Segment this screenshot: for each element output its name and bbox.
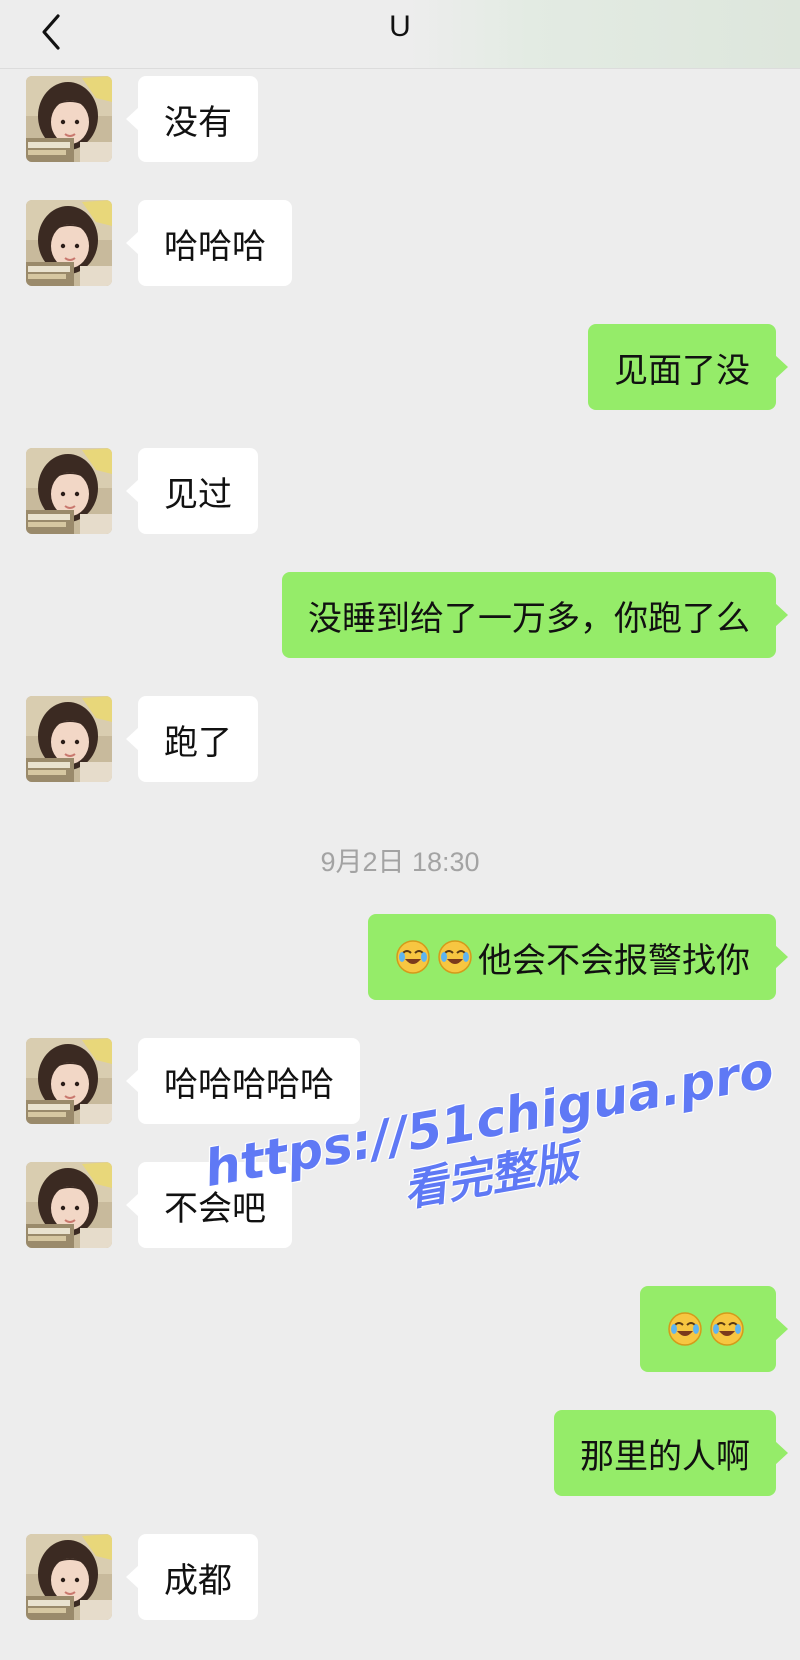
chat-header: U: [0, 0, 800, 69]
incoming-message[interactable]: 哈哈哈哈哈: [126, 1038, 360, 1124]
incoming-message[interactable]: 见过: [126, 448, 258, 534]
outgoing-message[interactable]: 没睡到给了一万多，你跑了么: [282, 572, 788, 658]
incoming-message[interactable]: 跑了: [126, 696, 258, 782]
outgoing-message[interactable]: 他会不会报警找你: [368, 914, 788, 1000]
chat-timestamp: 9月2日 18:30: [320, 847, 480, 877]
laughing-crying-emoji-icon: [668, 1312, 702, 1346]
contact-avatar[interactable]: [26, 1162, 112, 1248]
laughing-crying-emoji-icon: [438, 940, 472, 974]
laughing-crying-emoji-icon: [710, 1312, 744, 1346]
outgoing-emoji-message[interactable]: [640, 1286, 788, 1372]
laughing-crying-emoji-icon: [396, 940, 430, 974]
contact-avatar[interactable]: [26, 1534, 112, 1620]
contact-avatar[interactable]: [26, 76, 112, 162]
contact-avatar[interactable]: [26, 1038, 112, 1124]
message-text: 他会不会报警找你: [478, 940, 750, 981]
contact-avatar[interactable]: [26, 200, 112, 286]
contact-avatar[interactable]: [26, 448, 112, 534]
chat-title: U: [389, 10, 411, 43]
incoming-message[interactable]: 哈哈哈: [126, 200, 292, 286]
contact-avatar[interactable]: [26, 696, 112, 782]
incoming-message[interactable]: 成都: [126, 1534, 258, 1620]
outgoing-message[interactable]: 见面了没: [588, 324, 788, 410]
outgoing-message[interactable]: 那里的人啊: [554, 1410, 788, 1496]
incoming-message[interactable]: 没有: [126, 76, 258, 162]
